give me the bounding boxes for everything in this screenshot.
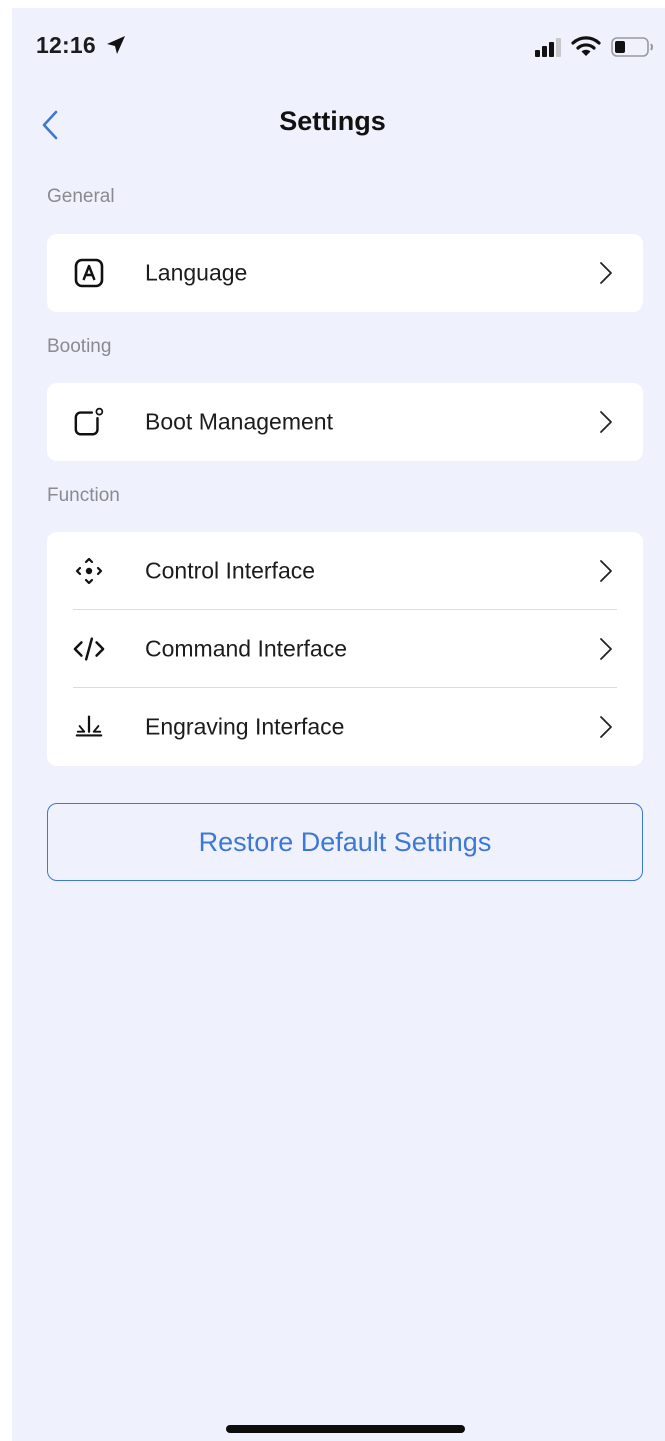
setting-row-command-interface[interactable]: Command Interface <box>47 610 643 688</box>
general-card: Language <box>47 234 643 312</box>
chevron-right-icon <box>600 560 612 582</box>
battery-icon <box>611 37 653 57</box>
setting-label-command-interface: Command Interface <box>145 635 347 662</box>
section-label-function: Function <box>47 485 120 506</box>
setting-row-control-interface[interactable]: Control Interface <box>47 532 643 610</box>
chevron-right-icon <box>600 262 612 284</box>
cellular-signal-icon <box>535 38 561 57</box>
control-dpad-icon <box>73 555 105 587</box>
chevron-right-icon <box>600 411 612 433</box>
language-icon <box>73 257 105 289</box>
setting-label-boot-management: Boot Management <box>145 408 333 435</box>
chevron-right-icon <box>600 716 612 738</box>
setting-row-language[interactable]: Language <box>47 234 643 312</box>
function-card: Control Interface Command Interface Engr… <box>47 532 643 766</box>
section-label-general: General <box>47 186 115 207</box>
boot-icon <box>73 406 105 438</box>
wifi-icon <box>571 36 601 56</box>
setting-label-control-interface: Control Interface <box>145 557 316 584</box>
status-time: 12:16 <box>36 32 96 58</box>
page-title: Settings <box>279 106 386 136</box>
chevron-right-icon <box>600 638 612 660</box>
code-icon <box>73 633 105 665</box>
home-indicator[interactable] <box>226 1425 465 1433</box>
section-label-booting: Booting <box>47 336 112 357</box>
setting-label-language: Language <box>145 259 248 286</box>
booting-card: Boot Management <box>47 383 643 461</box>
location-arrow-icon <box>107 36 125 54</box>
restore-default-settings-button[interactable]: Restore Default Settings <box>47 803 643 881</box>
engraving-icon <box>73 711 105 743</box>
setting-row-boot-management[interactable]: Boot Management <box>47 383 643 461</box>
setting-row-engraving-interface[interactable]: Engraving Interface <box>47 688 643 766</box>
setting-label-engraving-interface: Engraving Interface <box>145 713 345 740</box>
